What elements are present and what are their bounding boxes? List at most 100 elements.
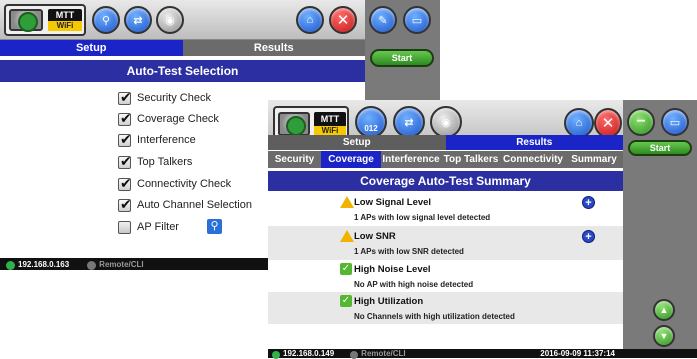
mtt-label: MTT <box>55 10 75 20</box>
list-item[interactable]: ✓ High Utilization No Channels with high… <box>268 292 623 324</box>
security-check-label: Security Check <box>137 92 211 104</box>
main-tabs: Setup Results <box>0 40 365 56</box>
warning-icon <box>340 196 354 208</box>
side-panel: − ▭ Start ▲ ▼ <box>623 100 697 358</box>
folder-icon: ▭ <box>411 14 423 27</box>
network-button[interactable]: ⇄ <box>124 6 152 34</box>
ap-filter-search-button[interactable]: ⚲ <box>207 219 222 234</box>
checkmark-icon: ✔ <box>120 131 132 147</box>
minimize-button[interactable]: − <box>627 108 655 136</box>
subtab-security[interactable]: Security <box>268 151 321 168</box>
row-title: High Utilization <box>354 296 424 307</box>
top-talkers-checkbox[interactable]: ✔ <box>118 153 132 169</box>
remote-cli-icon <box>87 260 97 270</box>
warning-icon <box>340 230 354 242</box>
wifi-label: WiFi <box>48 21 82 31</box>
ap-scan-button[interactable]: ⚲ <box>92 6 120 34</box>
list-item[interactable]: Low SNR 1 APs with low SNR detected + <box>268 226 623 260</box>
access-point-icon: ⚲ <box>101 14 111 27</box>
datetime: 2016-09-09 11:37:14 <box>540 349 615 358</box>
subtab-coverage[interactable]: Coverage <box>321 151 381 168</box>
checkmark-icon: ✔ <box>120 153 132 169</box>
connection-status-icon <box>272 350 280 359</box>
check-ok-icon: ✓ <box>340 263 352 275</box>
ap-filter-label: AP Filter <box>137 221 179 233</box>
result-subtabs: Security Coverage Interference Top Talke… <box>268 151 623 168</box>
arrow-up-icon: ▲ <box>659 305 669 315</box>
row-detail: 1 APs with low signal level detected <box>354 213 491 222</box>
remote-cli-label: Remote/CLI <box>99 259 144 269</box>
ap-count-badge: 012 <box>364 124 378 133</box>
tab-setup[interactable]: Setup <box>268 135 446 150</box>
home-logo-icon <box>278 112 310 136</box>
remote-cli-icon <box>350 350 359 359</box>
ap-scan-button[interactable]: 012 <box>355 106 387 138</box>
start-button[interactable]: Start <box>370 49 434 67</box>
wifi-signal-button[interactable]: ◉ <box>156 6 184 34</box>
subtab-connectivity[interactable]: Connectivity <box>501 151 565 168</box>
row-title: Low SNR <box>354 231 396 242</box>
security-check-checkbox[interactable]: ✔ <box>118 89 132 105</box>
coverage-summary-window: MTT WiFi 012 ⇄ ◉ ⌂ ✕ − ▭ Start ▲ ▼ Setup… <box>268 100 697 359</box>
row-title: High Noise Level <box>354 264 431 275</box>
list-item[interactable]: Low Signal Level 1 APs with low signal l… <box>268 192 623 226</box>
home-button[interactable]: ⌂ <box>296 6 324 34</box>
search-icon: ⚲ <box>210 220 219 232</box>
close-icon: ✕ <box>336 12 350 29</box>
ip-address: 192.168.0.163 <box>18 259 70 269</box>
app-logo[interactable]: MTT WiFi <box>4 4 86 36</box>
scroll-up-button[interactable]: ▲ <box>653 299 675 321</box>
start-button[interactable]: Start <box>628 140 692 156</box>
subtab-top-talkers[interactable]: Top Talkers <box>441 151 501 168</box>
home-logo-icon <box>9 9 43 32</box>
checkmark-icon: ✔ <box>120 110 132 126</box>
close-button[interactable]: ✕ <box>594 108 622 138</box>
connectivity-check-checkbox[interactable]: ✔ <box>118 175 132 191</box>
coverage-check-checkbox[interactable]: ✔ <box>118 110 132 126</box>
wifi-signal-icon: ◉ <box>441 116 451 129</box>
subtab-interference[interactable]: Interference <box>381 151 441 168</box>
page-title: Coverage Auto-Test Summary <box>268 171 623 191</box>
ip-address: 192.168.0.149 <box>283 349 335 358</box>
interference-label: Interference <box>137 134 196 146</box>
folder-button[interactable]: ▭ <box>661 108 689 136</box>
remote-cli-label: Remote/CLI <box>361 349 406 358</box>
tab-results[interactable]: Results <box>445 135 623 150</box>
mtt-label: MTT <box>320 114 340 124</box>
wifi-signal-button[interactable]: ◉ <box>430 106 462 138</box>
close-icon: ✕ <box>601 115 615 132</box>
home-icon: ⌂ <box>306 14 314 26</box>
expand-plus-icon[interactable]: + <box>582 196 595 209</box>
mtt-wifi-badge: MTT WiFi <box>48 9 82 31</box>
row-detail: No Channels with high utilization detect… <box>354 312 515 321</box>
checkmark-icon: ✔ <box>120 196 132 212</box>
minus-icon: − <box>636 113 646 130</box>
scroll-down-button[interactable]: ▼ <box>653 325 675 347</box>
network-icon: ⇄ <box>404 116 414 129</box>
ap-filter-checkbox[interactable] <box>118 221 131 234</box>
network-button[interactable]: ⇄ <box>393 106 425 138</box>
tab-setup[interactable]: Setup <box>0 40 183 56</box>
tools-icon: ✎ <box>378 14 388 27</box>
check-ok-icon: ✓ <box>340 295 352 307</box>
page-title: Auto-Test Selection <box>0 60 365 82</box>
interference-checkbox[interactable]: ✔ <box>118 131 132 147</box>
top-toolbar: MTT WiFi ⚲ ⇄ ◉ ⌂ ✕ <box>0 0 365 40</box>
status-bar: 192.168.0.149 Remote/CLI 2016-09-09 11:3… <box>268 349 697 359</box>
coverage-check-label: Coverage Check <box>137 113 219 125</box>
auto-channel-selection-checkbox[interactable]: ✔ <box>118 196 132 212</box>
list-item[interactable]: ✓ High Noise Level No AP with high noise… <box>268 260 623 292</box>
top-talkers-label: Top Talkers <box>137 156 193 168</box>
mtt-wifi-badge: MTT WiFi <box>314 112 346 136</box>
close-button[interactable]: ✕ <box>329 6 357 34</box>
checkmark-icon: ✔ <box>120 175 132 191</box>
expand-plus-icon[interactable]: + <box>582 230 595 243</box>
tab-results[interactable]: Results <box>182 40 365 56</box>
folder-button[interactable]: ▭ <box>403 6 431 34</box>
arrow-down-icon: ▼ <box>659 331 669 341</box>
main-tabs: Setup Results <box>268 135 623 150</box>
row-detail: 1 APs with low SNR detected <box>354 247 464 256</box>
home-button[interactable]: ⌂ <box>564 108 594 138</box>
tools-button[interactable]: ✎ <box>369 6 397 34</box>
subtab-summary[interactable]: Summary <box>565 151 623 168</box>
